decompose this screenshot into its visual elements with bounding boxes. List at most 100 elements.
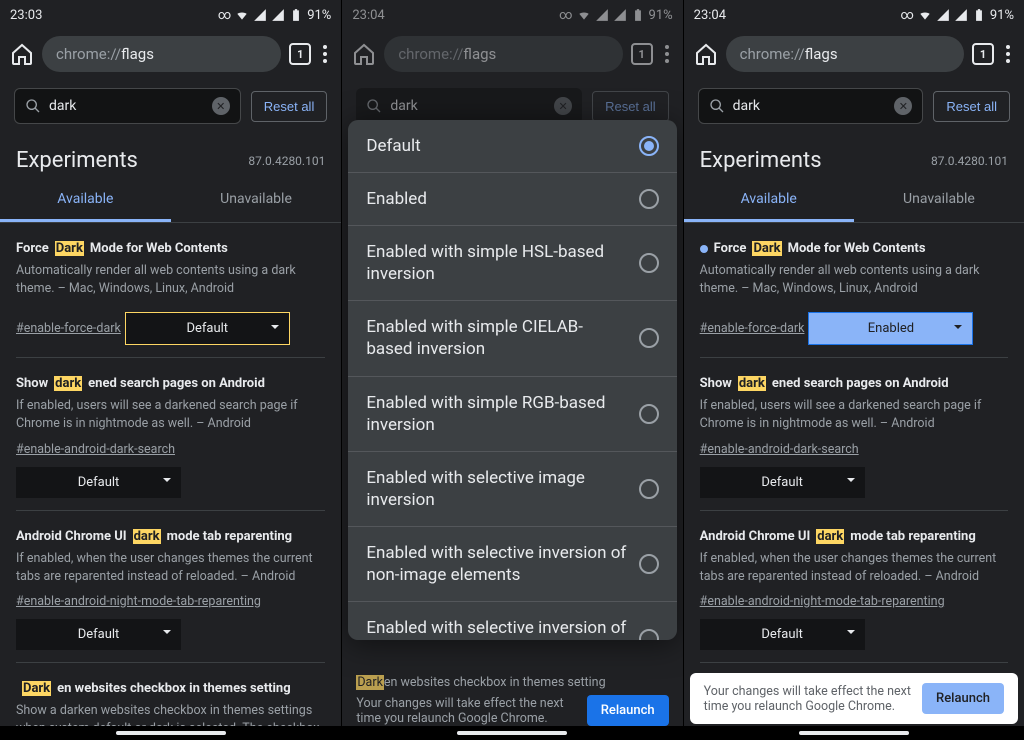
home-icon[interactable] xyxy=(694,42,718,66)
flag-item: Android Chrome UI dark mode tab reparent… xyxy=(700,511,1008,663)
vpn-icon: ∞ xyxy=(218,8,231,23)
flag-title: Android Chrome UI dark mode tab reparent… xyxy=(700,529,1008,544)
option-sel-image[interactable]: Enabled with selective image inversion xyxy=(348,452,676,527)
status-time: 23:03 xyxy=(10,8,42,23)
tab-switcher[interactable]: 1 xyxy=(972,43,994,65)
relaunch-button[interactable]: Relaunch xyxy=(922,683,1004,714)
options-sheet: Default Enabled Enabled with simple HSL-… xyxy=(348,120,676,640)
signal-icon xyxy=(936,8,950,22)
search-query: dark xyxy=(390,98,546,114)
clear-icon[interactable]: ✕ xyxy=(212,97,230,115)
statusbar: 23:04 ∞ 91% xyxy=(342,0,682,30)
option-default[interactable]: Default xyxy=(348,120,676,173)
flag-link[interactable]: #enable-android-dark-search xyxy=(16,442,175,457)
flag-select[interactable]: Default xyxy=(700,467,865,498)
menu-icon[interactable] xyxy=(1002,45,1014,63)
flag-item: Force Dark Mode for Web Contents Automat… xyxy=(700,223,1008,358)
navbar[interactable] xyxy=(0,726,341,740)
signal2-icon xyxy=(954,8,968,22)
relaunch-button[interactable]: Relaunch xyxy=(587,695,669,726)
status-time: 23:04 xyxy=(694,8,726,23)
search-input[interactable]: dark ✕ xyxy=(698,88,924,124)
option-rgb[interactable]: Enabled with simple RGB-based inversion xyxy=(348,377,676,452)
battery-icon xyxy=(631,8,645,22)
menu-icon[interactable] xyxy=(319,45,331,63)
flag-item: Show darkened search pages on Android If… xyxy=(16,358,325,510)
relaunch-msg: Your changes will take effect the next t… xyxy=(356,696,576,726)
flag-select[interactable]: Enabled xyxy=(808,312,973,345)
version: 87.0.4280.101 xyxy=(931,154,1008,168)
reset-button: Reset all xyxy=(592,91,669,122)
battery-pct: 91% xyxy=(307,8,331,23)
search-icon xyxy=(709,98,725,114)
option-hsl[interactable]: Enabled with simple HSL-based inversion xyxy=(348,226,676,301)
home-icon[interactable] xyxy=(10,42,34,66)
option-enabled[interactable]: Enabled xyxy=(348,173,676,226)
content[interactable]: Force Dark Mode for Web Contents Automat… xyxy=(684,223,1024,740)
panel-middle: 23:04 ∞ 91% chrome://flags 1 dark ✕ Rese… xyxy=(341,0,682,740)
search-input: dark ✕ xyxy=(356,88,582,124)
flag-item: Android Chrome UI dark mode tab reparent… xyxy=(16,511,325,663)
tabs: Available Unavailable xyxy=(0,179,341,223)
wifi-icon xyxy=(235,8,249,22)
flag-link[interactable]: #enable-force-dark xyxy=(16,321,121,336)
panel-right: 23:04 ∞ 91% chrome://flags 1 dark ✕ Rese… xyxy=(683,0,1024,740)
flag-select[interactable]: Default xyxy=(700,619,865,650)
tab-available[interactable]: Available xyxy=(684,179,854,222)
flag-select[interactable]: Default xyxy=(16,467,181,498)
dim-flag-row: Darken websites checkbox in themes setti… xyxy=(356,675,668,690)
flag-desc: If enabled, when the user changes themes… xyxy=(700,550,1008,586)
search-icon xyxy=(366,98,382,114)
reset-button[interactable]: Reset all xyxy=(933,91,1010,122)
flag-desc: Automatically render all web contents us… xyxy=(700,262,1008,298)
option-sel-nonimage[interactable]: Enabled with selective inversion of non-… xyxy=(348,527,676,602)
toolbar: chrome://flags 1 xyxy=(342,30,682,78)
search-query: dark xyxy=(49,98,204,114)
flag-desc: If enabled, users will see a darkened se… xyxy=(16,397,325,433)
url-bar[interactable]: chrome://flags xyxy=(726,36,964,72)
statusbar: 23:03 ∞ 91% xyxy=(0,0,341,30)
flag-link[interactable]: #enable-android-night-mode-tab-reparenti… xyxy=(700,594,945,609)
navbar[interactable] xyxy=(684,726,1024,740)
flag-title: Darken websites checkbox in themes setti… xyxy=(16,681,325,696)
url-bar[interactable]: chrome://flags xyxy=(42,36,281,72)
flag-select[interactable]: Default xyxy=(125,312,290,345)
changed-dot-icon xyxy=(700,245,708,253)
flag-link[interactable]: #enable-android-night-mode-tab-reparenti… xyxy=(16,594,261,609)
reset-button[interactable]: Reset all xyxy=(251,91,328,122)
flag-link[interactable]: #enable-force-dark xyxy=(700,321,805,336)
flag-desc: If enabled, users will see a darkened se… xyxy=(700,397,1008,433)
tab-available[interactable]: Available xyxy=(0,179,171,222)
version: 87.0.4280.101 xyxy=(248,154,325,168)
panel-left: 23:03 ∞ 91% chrome://flags 1 dark ✕ Rese… xyxy=(0,0,341,740)
signal-icon xyxy=(253,8,267,22)
vpn-icon: ∞ xyxy=(900,8,913,23)
tab-switcher[interactable]: 1 xyxy=(289,43,311,65)
status-icons: ∞ 91% xyxy=(900,8,1014,23)
tab-unavailable[interactable]: Unavailable xyxy=(854,179,1024,222)
toolbar: chrome://flags 1 xyxy=(684,30,1024,78)
flag-title: Android Chrome UI dark mode tab reparent… xyxy=(16,529,325,544)
navbar[interactable] xyxy=(342,726,682,740)
statusbar: 23:04 ∞ 91% xyxy=(684,0,1024,30)
tab-switcher: 1 xyxy=(631,43,653,65)
option-sel-everything[interactable]: Enabled with selective inversion of ever… xyxy=(348,602,676,640)
flag-title: Show darkened search pages on Android xyxy=(16,376,325,391)
battery-pct: 91% xyxy=(990,8,1014,23)
search-input[interactable]: dark ✕ xyxy=(14,88,241,124)
menu-icon xyxy=(661,45,673,63)
flag-title: Force Dark Mode for Web Contents xyxy=(16,241,325,256)
option-cielab[interactable]: Enabled with simple CIELAB-based inversi… xyxy=(348,301,676,376)
search-row: dark ✕ Reset all xyxy=(0,78,341,134)
radio-icon xyxy=(639,629,659,640)
radio-icon xyxy=(639,253,659,273)
clear-icon[interactable]: ✕ xyxy=(894,97,912,115)
content[interactable]: Force Dark Mode for Web Contents Automat… xyxy=(0,223,341,740)
flag-select[interactable]: Default xyxy=(16,619,181,650)
signal-icon xyxy=(595,8,609,22)
url-bar: chrome://flags xyxy=(384,36,622,72)
tab-unavailable[interactable]: Unavailable xyxy=(171,179,342,222)
flag-link[interactable]: #enable-android-dark-search xyxy=(700,442,859,457)
radio-selected-icon xyxy=(639,136,659,156)
battery-icon xyxy=(972,8,986,22)
